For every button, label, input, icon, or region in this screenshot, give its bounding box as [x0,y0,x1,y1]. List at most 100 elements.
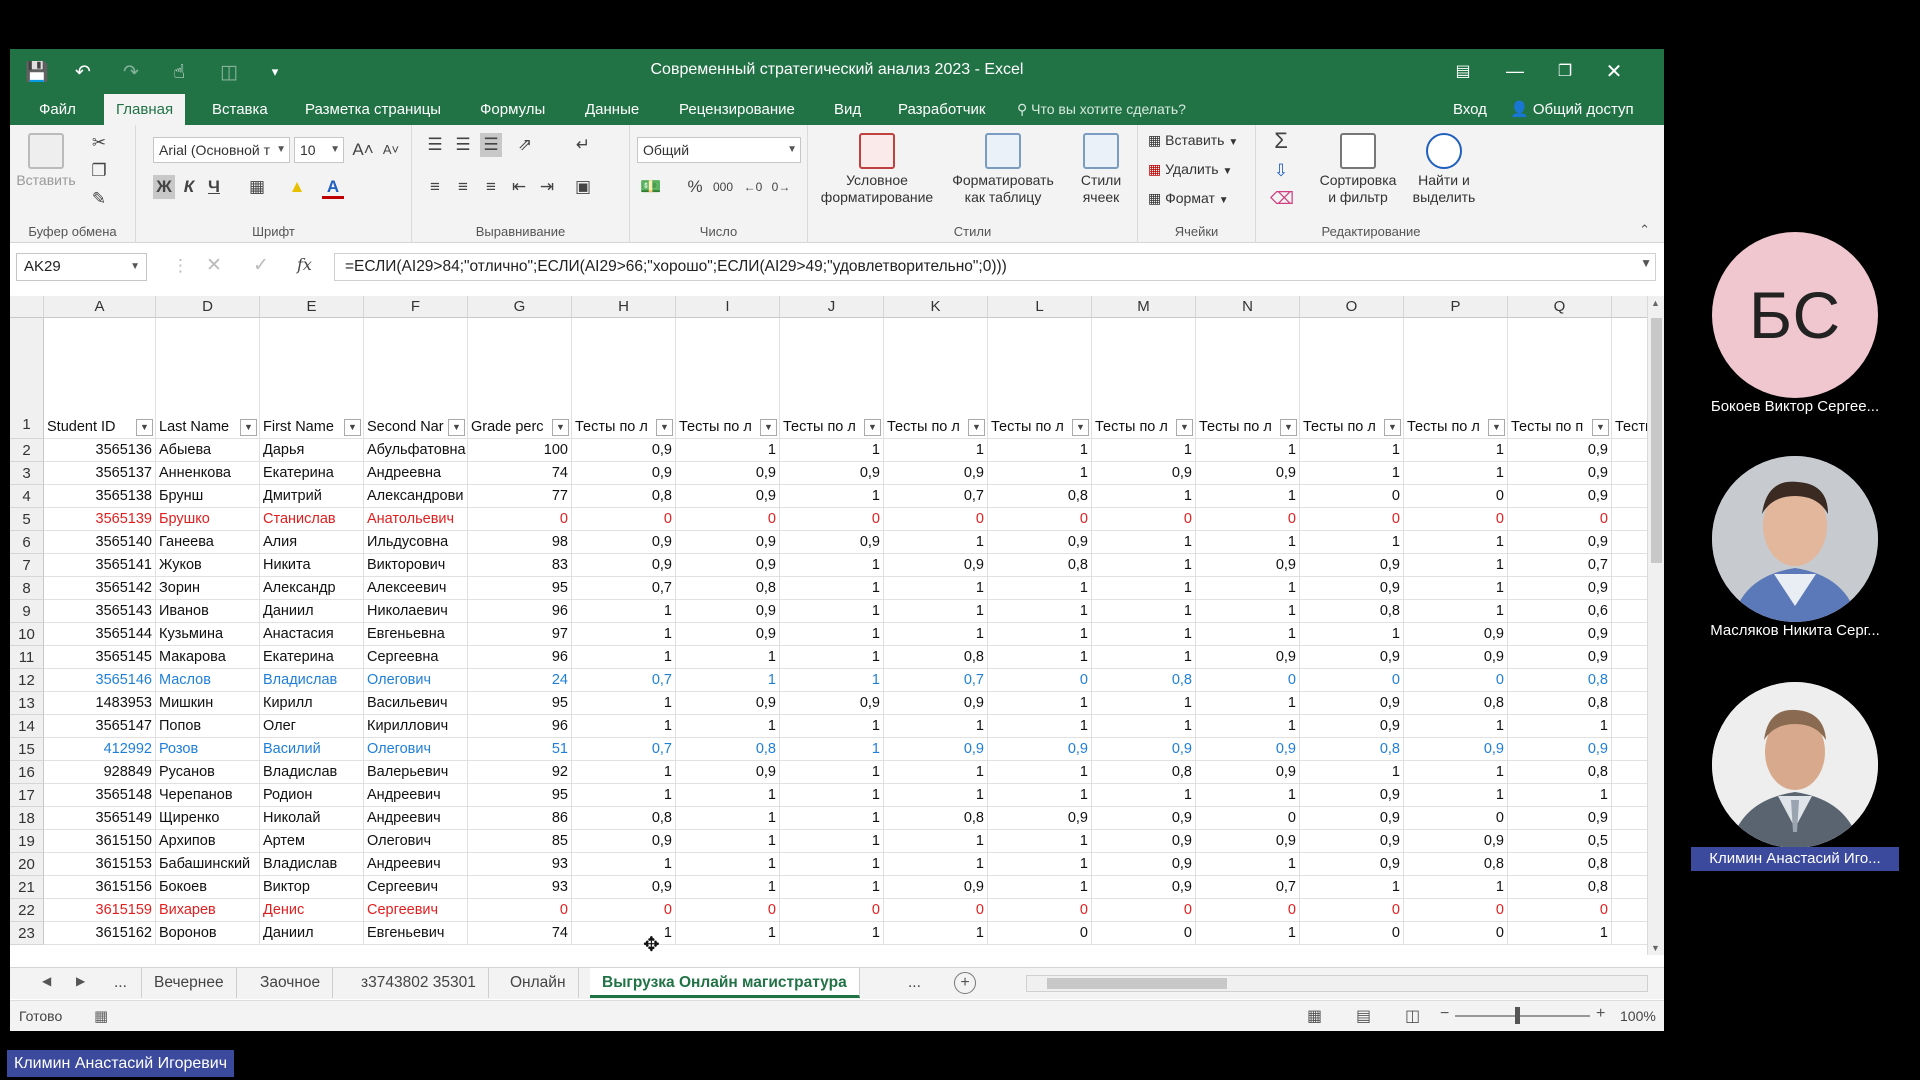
grid-cell[interactable]: Родион [260,784,364,807]
normal-view-icon[interactable]: ▦ [1307,1006,1322,1026]
grid-cell[interactable]: 1 [884,830,988,853]
participant-photo[interactable] [1712,456,1878,622]
grid-cell[interactable]: 412992 [44,738,156,761]
collapse-ribbon-icon[interactable]: ⌃ [1639,222,1650,238]
grid-cell[interactable]: 95 [468,692,572,715]
grid-cell[interactable]: 0 [1300,669,1404,692]
grid-cell[interactable]: 3565143 [44,600,156,623]
grid-cell[interactable]: 1 [572,692,676,715]
grid-cell[interactable]: Сергеевич [364,876,468,899]
grid-cell[interactable]: 77 [468,485,572,508]
grid-cell[interactable]: Русанов [156,761,260,784]
grid-cell[interactable]: 1 [884,715,988,738]
grid-cell[interactable]: 1 [780,715,884,738]
grid-cell[interactable]: 1 [1196,922,1300,945]
grid-cell[interactable]: Виктор [260,876,364,899]
grid-cell[interactable]: 0,8 [1092,669,1196,692]
grid-cell[interactable]: 0,9 [988,531,1092,554]
grid-cell[interactable]: 93 [468,853,572,876]
font-size-select[interactable]: 10 ▼ [294,137,344,163]
number-format-select[interactable]: Общий ▼ [637,137,801,163]
grid-cell[interactable]: 0,8 [676,738,780,761]
grid-cell[interactable]: 0 [1196,508,1300,531]
grid-cell[interactable]: 1 [1300,439,1404,462]
undo-icon[interactable]: ↶ [68,57,98,87]
grid-cell[interactable]: 74 [468,922,572,945]
grid-cell[interactable]: 0,9 [572,462,676,485]
grid-cell[interactable]: 1 [1508,922,1612,945]
grid-cell[interactable]: 1 [1404,784,1508,807]
row-header[interactable]: 2 [10,439,44,462]
grid-cell[interactable]: Василий [260,738,364,761]
align-top-icon[interactable]: ☰ [424,133,446,157]
grid-cell[interactable] [1612,738,1647,761]
grid-cell[interactable]: 0,9 [1092,807,1196,830]
grid-cell[interactable]: 1 [1300,531,1404,554]
grid-cell[interactable]: 1 [1404,715,1508,738]
grid-cell[interactable]: 0 [1092,922,1196,945]
grid-cell[interactable]: 1 [1196,485,1300,508]
decrease-decimal-icon[interactable]: 0→ [770,175,792,199]
filter-dropdown-button[interactable]: ▼ [240,419,257,436]
delete-cells-button[interactable]: ▦ Удалить ▼ [1148,158,1232,180]
grid-cell[interactable]: Брунш [156,485,260,508]
grid-cell[interactable]: 0 [1196,669,1300,692]
grid-cell[interactable]: 3565142 [44,577,156,600]
grid-cell[interactable]: 1 [780,830,884,853]
grid-cell[interactable]: Даниил [260,600,364,623]
grid-cell[interactable]: Черепанов [156,784,260,807]
grid-cell[interactable]: 1 [572,922,676,945]
grid-cell[interactable]: 1 [1092,600,1196,623]
find-select-button[interactable]: Найти и выделить [1406,133,1482,206]
grid-cell[interactable]: 1 [780,600,884,623]
worksheet-grid[interactable]: ADEFGHIJKLMNOPQ 1 Student ID ▼ Last Name ▼ Fi… [10,296,1647,955]
align-center-icon[interactable]: ≡ [452,175,474,199]
grid-cell[interactable]: Олегович [364,738,468,761]
grid-cell[interactable]: 0,8 [1508,669,1612,692]
borders-icon[interactable]: ▦ [246,175,268,199]
grid-cell[interactable] [1612,485,1647,508]
grid-cell[interactable]: 1 [884,922,988,945]
tab-developer[interactable]: Разработчик [886,94,997,125]
grid-cell[interactable]: Артем [260,830,364,853]
grid-cell[interactable]: Анненкова [156,462,260,485]
grid-cell[interactable]: 0,9 [1300,646,1404,669]
column-header[interactable]: K [884,296,988,318]
page-layout-view-icon[interactable]: ▤ [1356,1006,1371,1026]
grid-cell[interactable]: 1 [572,761,676,784]
column-header[interactable]: E [260,296,364,318]
filter-dropdown-button[interactable]: ▼ [1280,419,1297,436]
grid-cell[interactable]: 3565147 [44,715,156,738]
grid-cell[interactable]: 0,9 [884,692,988,715]
grid-cell[interactable] [1612,692,1647,715]
grid-cell[interactable]: 0,9 [1404,738,1508,761]
row-header[interactable]: 13 [10,692,44,715]
grid-cell[interactable] [1612,600,1647,623]
grid-cell[interactable]: 0,9 [572,531,676,554]
grid-cell[interactable]: Андреевна [364,462,468,485]
filter-dropdown-button[interactable]: ▼ [1072,419,1089,436]
bold-button[interactable]: Ж [153,175,175,199]
grid-cell[interactable]: 3565149 [44,807,156,830]
grid-cell[interactable]: 0 [988,508,1092,531]
row-header[interactable]: 19 [10,830,44,853]
grid-cell[interactable]: 74 [468,462,572,485]
grid-cell[interactable]: 0,8 [988,485,1092,508]
grid-cell[interactable]: 1 [676,807,780,830]
format-as-table-button[interactable]: Форматировать как таблицу [944,133,1062,206]
grid-cell[interactable]: Денис [260,899,364,922]
grid-cell[interactable]: 0,9 [1196,830,1300,853]
grid-cell[interactable]: Воронов [156,922,260,945]
grid-cell[interactable]: 3615162 [44,922,156,945]
column-header[interactable] [1612,296,1647,318]
grid-cell[interactable]: 1 [572,623,676,646]
grid-cell[interactable]: 1 [676,922,780,945]
grid-cell[interactable]: 0,8 [1300,600,1404,623]
grid-cell[interactable]: 1 [1196,623,1300,646]
grid-cell[interactable]: Алия [260,531,364,554]
wrap-text-icon[interactable]: ↵ [572,133,594,157]
grid-cell[interactable]: 1 [780,876,884,899]
grid-cell[interactable]: 1 [988,646,1092,669]
grid-cell[interactable]: 0,8 [988,554,1092,577]
grid-cell[interactable]: 1 [1404,577,1508,600]
